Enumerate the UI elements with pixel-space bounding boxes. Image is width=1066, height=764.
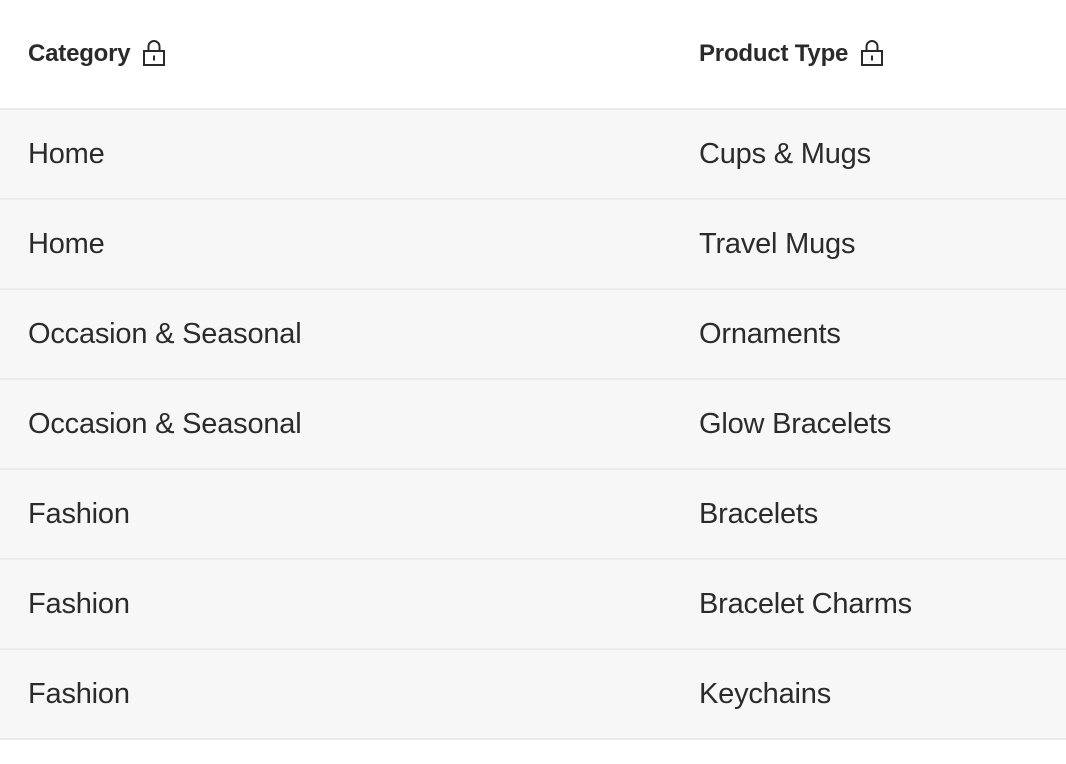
- cell-category: Fashion: [28, 497, 130, 530]
- cell-product-type: Ornaments: [699, 317, 841, 350]
- cell-product-type: Travel Mugs: [699, 227, 856, 260]
- table-row[interactable]: Fashion Keychains: [0, 650, 1066, 740]
- cell-category: Home: [28, 227, 105, 260]
- lock-icon: [860, 38, 884, 68]
- cell-product-type: Bracelets: [699, 497, 819, 530]
- cell-product-type: Cups & Mugs: [699, 137, 871, 170]
- cell-product-type: Bracelet Charms: [699, 587, 912, 620]
- cell-category: Occasion & Seasonal: [28, 407, 302, 440]
- column-header-label: Product Type: [699, 40, 849, 67]
- cell-category: Occasion & Seasonal: [28, 317, 302, 350]
- lock-icon: [142, 38, 166, 68]
- cell-product-type: Glow Bracelets: [699, 407, 892, 440]
- column-header-category[interactable]: Category: [28, 39, 166, 69]
- table-row[interactable]: Fashion Bracelets: [0, 470, 1066, 560]
- cell-category: Fashion: [28, 677, 130, 710]
- table-row[interactable]: Occasion & Seasonal Ornaments: [0, 290, 1066, 380]
- table-row[interactable]: Home Travel Mugs: [0, 200, 1066, 290]
- column-header-product-type[interactable]: Product Type: [699, 39, 884, 69]
- column-header-label: Category: [28, 40, 131, 67]
- product-table: Category Product Type Home Cups & Mugs H…: [0, 0, 1066, 740]
- cell-category: Home: [28, 137, 105, 170]
- table-header-row: Category Product Type: [0, 0, 1066, 110]
- cell-category: Fashion: [28, 587, 130, 620]
- table-row[interactable]: Home Cups & Mugs: [0, 110, 1066, 200]
- cell-product-type: Keychains: [699, 677, 831, 710]
- table-row[interactable]: Occasion & Seasonal Glow Bracelets: [0, 380, 1066, 470]
- table-row[interactable]: Fashion Bracelet Charms: [0, 560, 1066, 650]
